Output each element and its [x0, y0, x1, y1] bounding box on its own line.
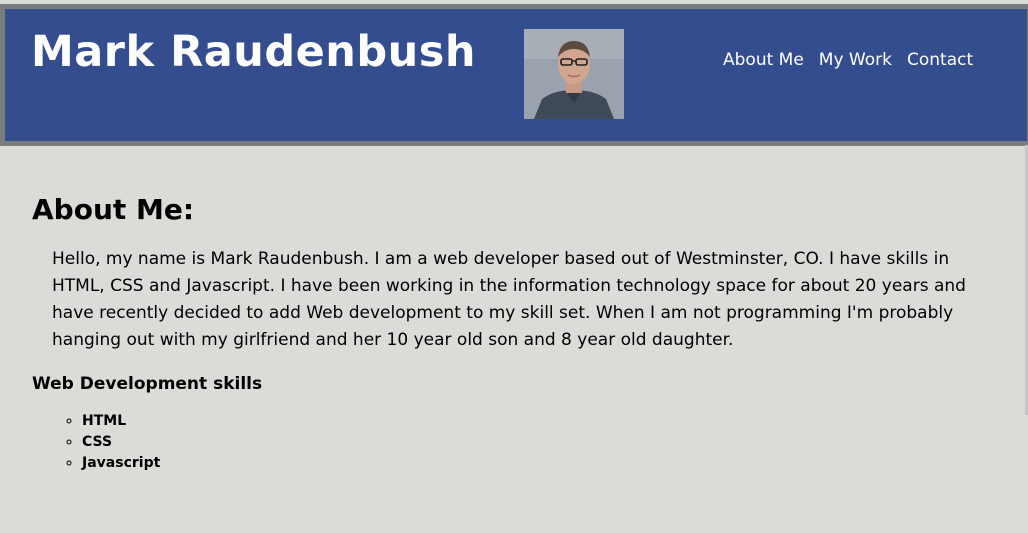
about-heading: About Me:: [32, 193, 195, 226]
skill-item: HTML: [82, 411, 972, 432]
skill-item: Javascript: [82, 453, 972, 474]
site-header: Mark Raudenbush About Me My Work Contact: [0, 4, 1028, 146]
profile-photo: [524, 29, 624, 119]
profile-photo-image: [524, 29, 624, 119]
nav-link-my-work[interactable]: My Work: [819, 48, 892, 72]
skills-list: HTML CSS Javascript: [32, 411, 972, 474]
about-section: About Me: Hello, my name is Mark Raudenb…: [32, 188, 972, 474]
about-intro-text: Hello, my name is Mark Raudenbush. I am …: [52, 249, 966, 350]
site-title: Mark Raudenbush: [31, 27, 476, 77]
skills-heading: Web Development skills: [32, 374, 263, 394]
main-nav: About Me My Work Contact: [723, 48, 973, 72]
skill-item: CSS: [82, 432, 972, 453]
nav-link-about-me[interactable]: About Me: [723, 48, 804, 72]
nav-link-contact[interactable]: Contact: [907, 48, 973, 72]
